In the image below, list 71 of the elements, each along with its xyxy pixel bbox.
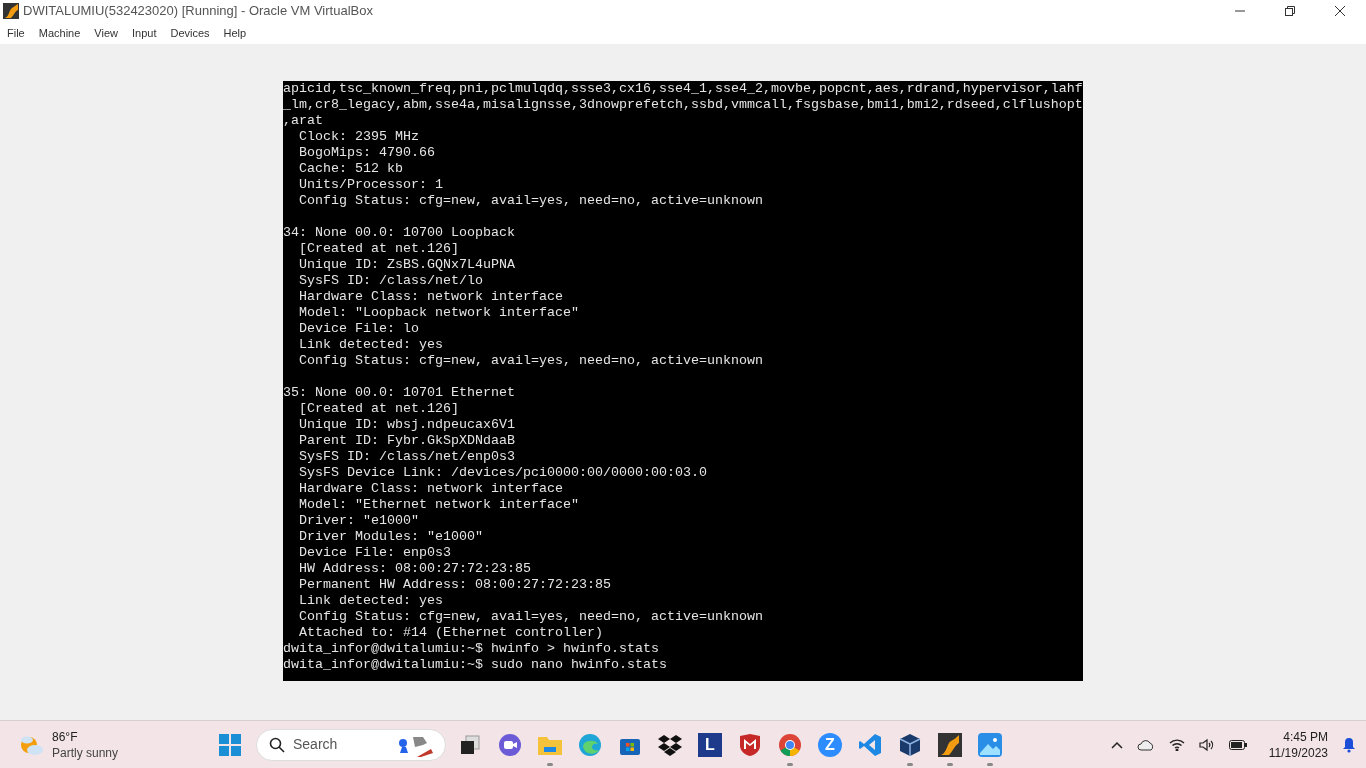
- menu-item[interactable]: View: [89, 24, 123, 42]
- terminal-line: [Created at net.126]: [298, 401, 459, 417]
- search-icon: [269, 736, 285, 753]
- terminal-line: Link detected: yes: [298, 337, 443, 353]
- close-icon: [1335, 6, 1345, 16]
- terminal-line: Config Status: cfg=new, avail=yes, need=no, active=unknown: [298, 609, 763, 625]
- terminal-line: Link detected: yes: [298, 593, 443, 609]
- window-title: DWITALUMIU(532423020) [Running] - Oracle VM VirtualBox: [23, 2, 373, 21]
- terminal-line: Hardware Class: network interface: [298, 289, 563, 305]
- terminal-line: Driver Modules: "e1000": [298, 529, 483, 545]
- box-diamonds-icon: [658, 733, 682, 756]
- terminal-line: Config Status: cfg=new, avail=yes, need=no, active=unknown: [298, 193, 763, 209]
- terminal-line: Unique ID: ZsBS.GQNx7L4uPNA: [298, 257, 515, 273]
- terminal-line: Unique ID: wbsj.ndpeucax6V1: [298, 417, 515, 433]
- terminal-line: Parent ID: Fybr.GkSpXDNdaaB: [298, 433, 515, 449]
- terminal-line: SysFS ID: /class/net/enp0s3: [298, 449, 515, 465]
- search-field[interactable]: Search: [293, 734, 389, 755]
- terminal-line: apicid,tsc_known_freq,pni,pclmulqdq,ssse3,cx16,sse4_1,sse4_2,movbe,popcnt,aes,rdrand,hypervisor,lahf: [283, 81, 1083, 97]
- cloud-icon: [1136, 738, 1155, 751]
- shield-m-icon: [739, 732, 761, 757]
- terminal-line: dwita_infor@dwitalumiu:~$ sudo nano hwinfo.stats: [283, 657, 667, 673]
- terminal-line: Model: "Loopback network interface": [298, 305, 579, 321]
- terminal-line: 34: None 00.0: 10700 Loopback: [283, 225, 515, 241]
- menu-item[interactable]: Input: [126, 24, 162, 42]
- overlapping-squares-icon: [458, 732, 482, 757]
- terminal-line: SysFS ID: /class/net/lo: [298, 273, 483, 289]
- terminal-line: Device File: enp0s3: [298, 545, 451, 561]
- restore-icon: [1285, 6, 1295, 16]
- terminal-line: Driver: "e1000": [298, 513, 419, 529]
- cube-icon: [898, 732, 922, 757]
- video-chat-icon: [498, 732, 522, 757]
- clock-date: 11/19/2023: [1268, 744, 1328, 761]
- terminal-line: Clock: 2395 MHz: [298, 129, 419, 145]
- code-editor-icon: [858, 732, 882, 757]
- chevron-up-icon: [1110, 740, 1123, 749]
- terminal-line: Cache: 512 kb: [298, 161, 403, 177]
- terminal-line: Attached to: #14 (Ethernet controller): [298, 625, 603, 641]
- menu-item[interactable]: Help: [218, 24, 252, 42]
- terminal-line: Config Status: cfg=new, avail=yes, need=no, active=unknown: [298, 353, 763, 369]
- menu-item[interactable]: Devices: [165, 24, 215, 42]
- menu-item[interactable]: File: [2, 24, 30, 42]
- terminal-line: ,arat: [283, 113, 323, 129]
- swoosh-icon: [938, 732, 962, 757]
- terminal-line: HW Address: 08:00:27:72:23:85: [298, 561, 531, 577]
- terminal-line: Device File: lo: [298, 321, 419, 337]
- clock-time: 4:45 PM: [1283, 728, 1328, 745]
- letter-tile-icon: L: [698, 732, 722, 757]
- terminal-line: BogoMips: 4790.66: [298, 145, 435, 161]
- weather-temperature: 86°F: [52, 728, 79, 745]
- terminal-line: SysFS Device Link: /devices/pci0000:00/0000:00:03.0: [298, 465, 707, 481]
- terminal-line: Permanent HW Address: 08:00:27:72:23:85: [298, 577, 611, 593]
- terminal-line: [Created at net.126]: [298, 241, 459, 257]
- landscape-picture-icon: [978, 732, 1002, 757]
- battery-icon: [1228, 739, 1247, 750]
- four-panes-icon: [219, 733, 241, 756]
- taskbar-app[interactable]: L: [690, 724, 730, 765]
- round-browser-icon: [778, 732, 802, 757]
- app-logo-icon: [3, 3, 19, 19]
- menu-item[interactable]: Machine: [33, 24, 86, 42]
- bell-icon: [1342, 736, 1356, 753]
- search-bar[interactable]: Search: [256, 728, 446, 761]
- terminal-line: _lm,cr8_legacy,abm,sse4a,misalignsse,3dnowprefetch,ssbd,vmmcall,fsgsbase,bmi1,bmi2,rdseed,clflushopt: [283, 97, 1083, 113]
- terminal-line: 35: None 00.0: 10701 Ethernet: [283, 385, 515, 401]
- terminal-line: Hardware Class: network interface: [298, 481, 563, 497]
- speaker-icon: [1198, 737, 1215, 752]
- terminal-line: Units/Processor: 1: [298, 177, 443, 193]
- terminal-line: Model: "Ethernet network interface": [298, 497, 579, 513]
- weather-condition: Partly sunny: [52, 744, 119, 761]
- wave-globe-icon: [578, 732, 602, 757]
- terminal-line: dwita_infor@dwitalumiu:~$ hwinfo > hwinfo.stats: [283, 641, 659, 657]
- wifi-icon: [1168, 738, 1185, 751]
